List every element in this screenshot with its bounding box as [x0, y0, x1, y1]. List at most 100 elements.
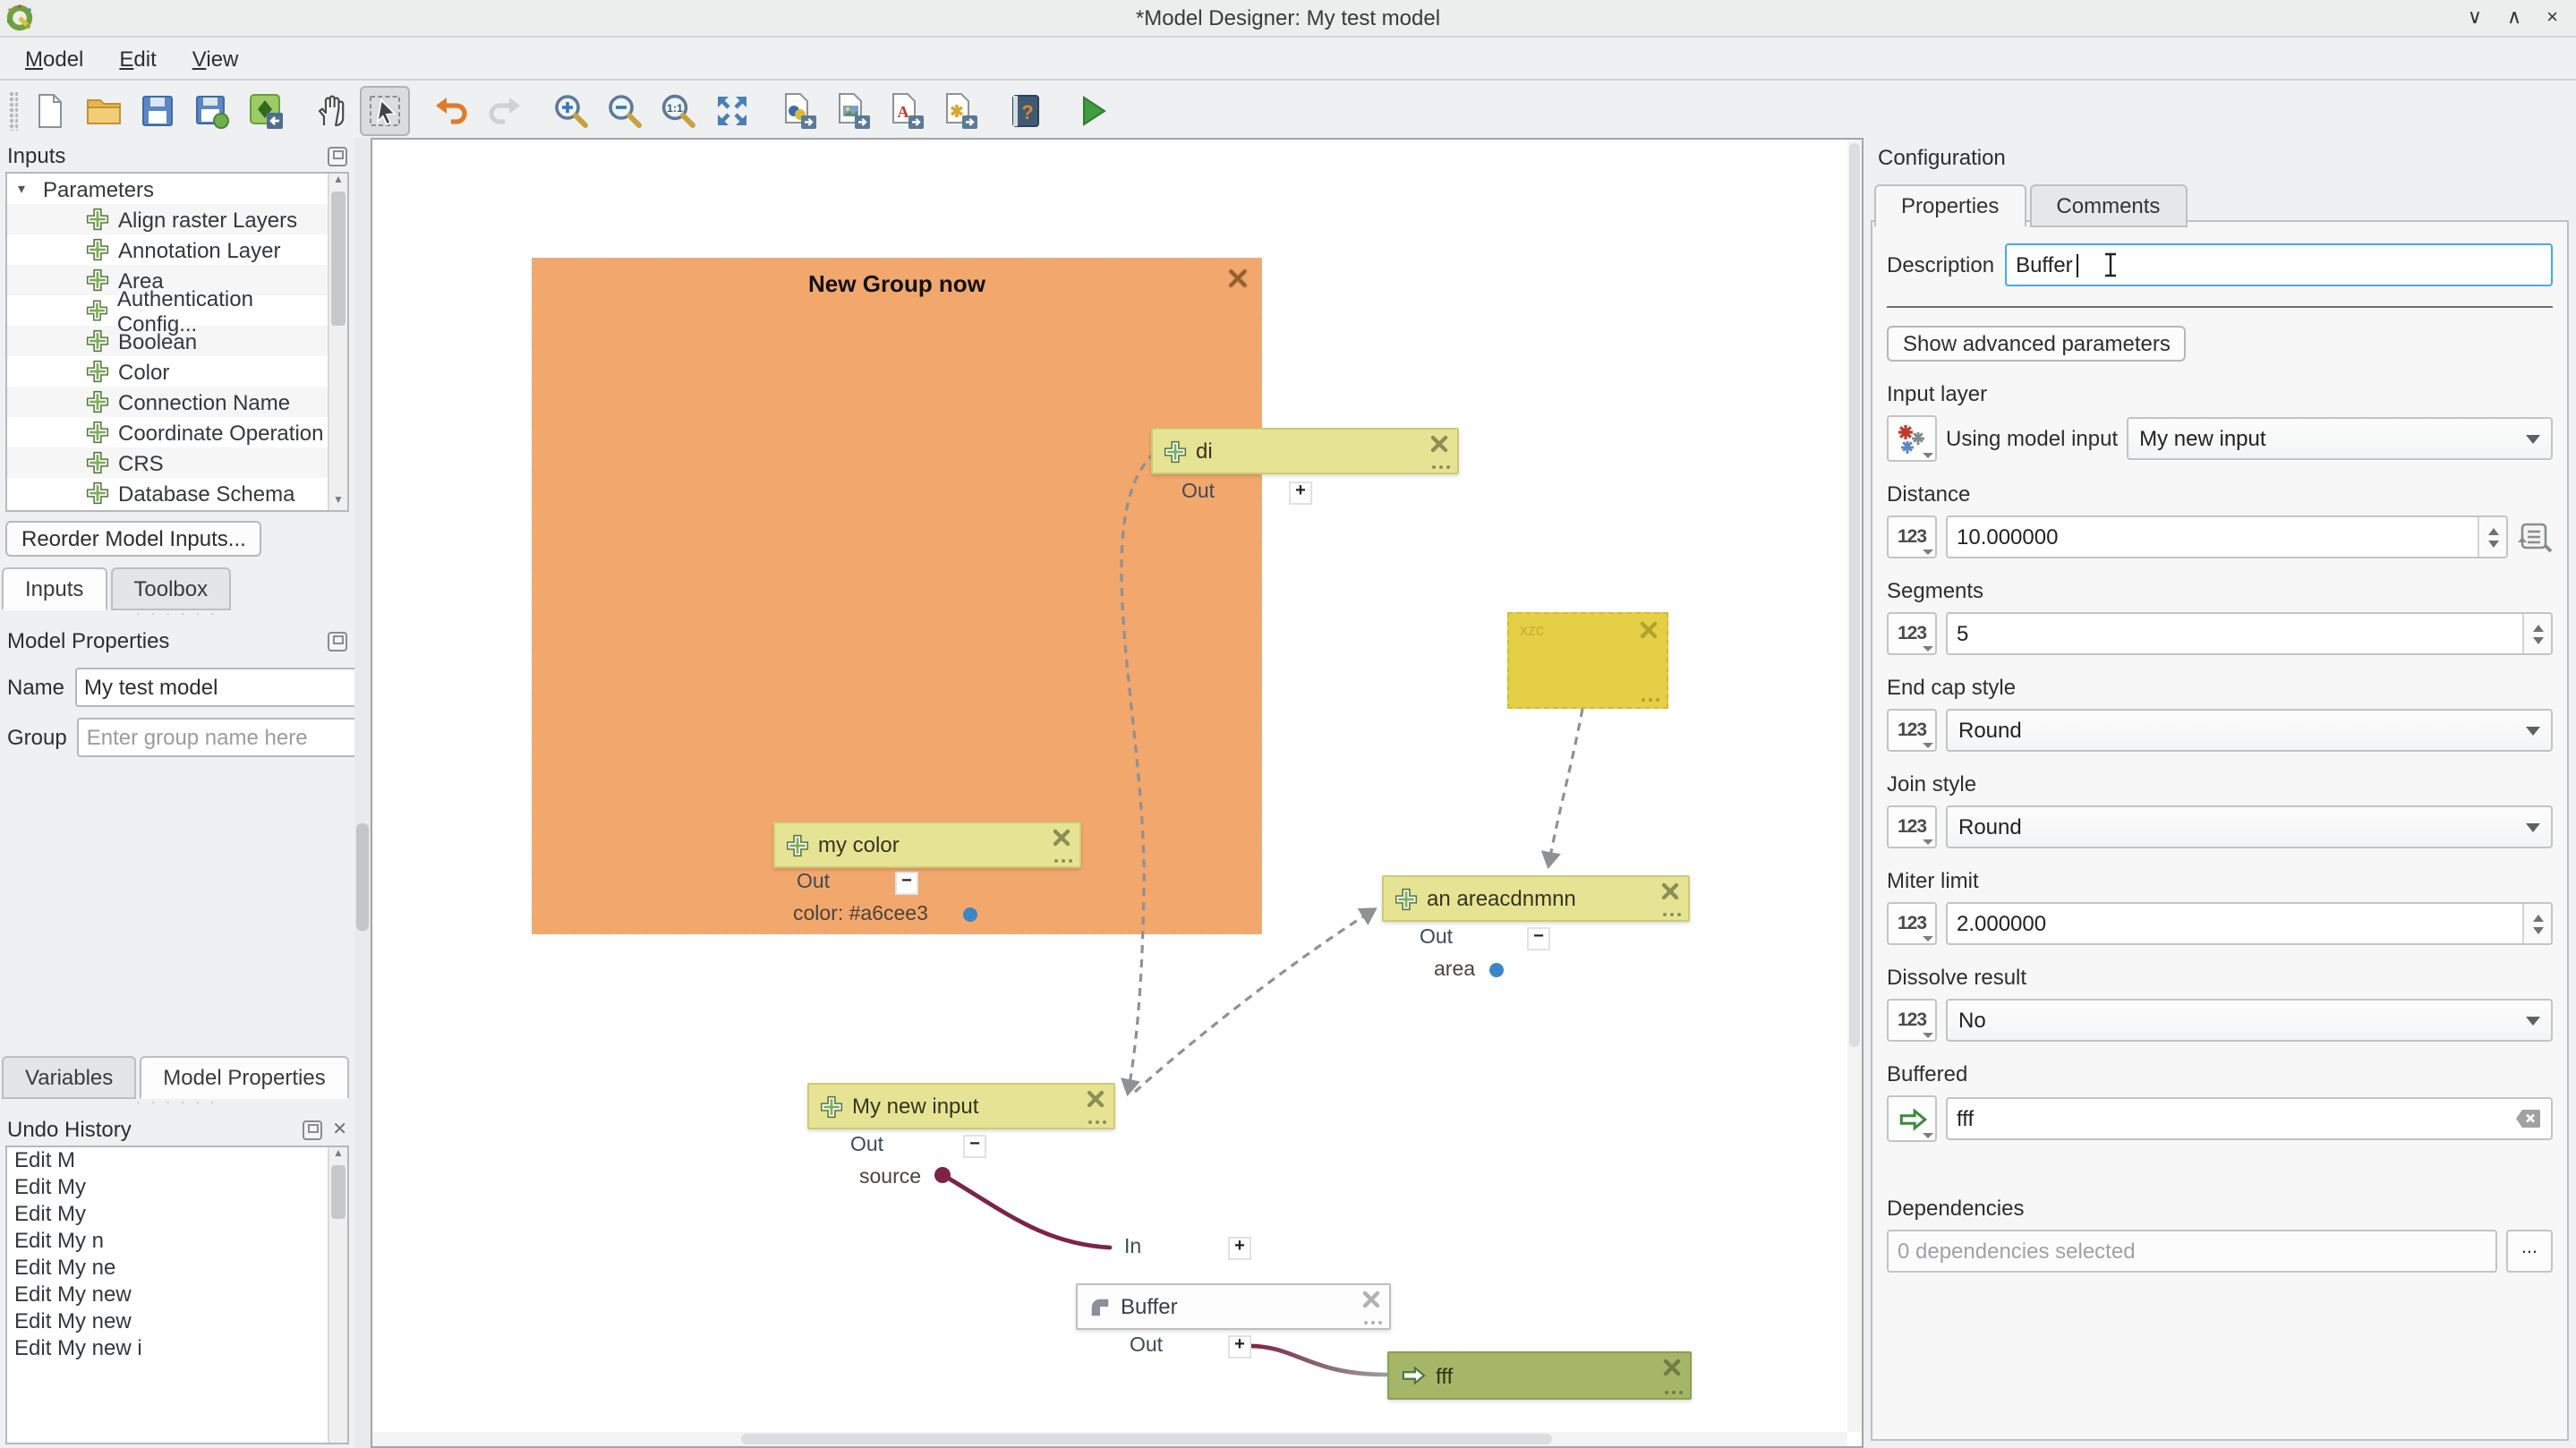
open-model-button[interactable] [79, 85, 129, 135]
scrollbar-thumb[interactable] [741, 1434, 1552, 1444]
zoom-actual-button[interactable]: 1:1 [653, 85, 704, 135]
scroll-down-icon[interactable]: ▼ [329, 494, 347, 510]
remove-group-icon[interactable] [1228, 268, 1248, 288]
description-input[interactable]: Buffer [2005, 243, 2553, 286]
dependencies-input[interactable]: 0 dependencies selected [1887, 1230, 2497, 1273]
remove-node-icon[interactable] [1362, 1290, 1380, 1308]
select-tool-button[interactable] [360, 85, 410, 135]
collapse-outputs-toggle[interactable]: − [895, 872, 918, 895]
input-layer-select[interactable]: My new input [2127, 417, 2553, 460]
save-model-button[interactable] [132, 85, 183, 135]
close-button[interactable]: × [2546, 0, 2558, 36]
model-canvas[interactable]: New Group now di [371, 138, 1864, 1448]
float-panel-icon[interactable] [328, 631, 347, 651]
value-type-button[interactable]: 123 [1887, 902, 1937, 945]
scroll-up-icon[interactable]: ▲ [329, 174, 347, 190]
scroll-up-icon[interactable]: ▲ [329, 1147, 347, 1163]
menu-model[interactable]: Model [11, 42, 98, 74]
ellipsis-icon[interactable] [1053, 858, 1072, 863]
splitter-handle[interactable]: · · · · · · [0, 610, 354, 623]
ellipsis-icon[interactable] [1641, 697, 1659, 702]
tab-properties[interactable]: Properties [1874, 184, 2026, 227]
value-type-button[interactable]: 123 [1887, 805, 1937, 848]
undo-item[interactable]: Edit My new [7, 1282, 329, 1308]
remove-node-icon[interactable] [1663, 1359, 1681, 1376]
help-button[interactable]: ? [1001, 85, 1051, 135]
tree-item-coordinate-operation[interactable]: Coordinate Operation [7, 417, 329, 447]
ellipsis-icon[interactable] [1431, 464, 1450, 469]
value-type-button[interactable]: 123 [1887, 515, 1937, 558]
chevron-down-icon[interactable]: ▾ [18, 181, 36, 197]
node-my-color[interactable]: my color [773, 822, 1081, 868]
redo-button[interactable] [480, 85, 530, 135]
segments-input[interactable] [1946, 612, 2553, 655]
tree-scrollbar[interactable]: ▲ ▼ [328, 174, 347, 510]
node-di[interactable]: di [1151, 428, 1459, 474]
menu-view[interactable]: View [178, 42, 253, 74]
dissolve-result-select[interactable]: No [1946, 999, 2553, 1042]
undo-item[interactable]: Edit My new [7, 1308, 329, 1335]
run-model-button[interactable] [1067, 85, 1117, 135]
spinner-buttons[interactable] [2478, 517, 2506, 557]
join-style-select[interactable]: Round [1946, 805, 2553, 848]
tree-item-align-raster-layers[interactable]: Align raster Layers [7, 204, 329, 234]
maximize-button[interactable]: ∧ [2507, 0, 2521, 36]
reorder-model-inputs-button[interactable]: Reorder Model Inputs... [5, 521, 262, 557]
left-scrollbar[interactable] [354, 138, 371, 1448]
node-buffer[interactable]: Buffer [1076, 1283, 1391, 1330]
remove-node-icon[interactable] [1087, 1090, 1105, 1108]
export-python-button[interactable] [773, 85, 823, 135]
expand-inputs-toggle[interactable]: + [1228, 1237, 1251, 1260]
remove-node-icon[interactable] [1053, 829, 1070, 847]
undo-item[interactable]: Edit My n [7, 1228, 329, 1255]
distance-input[interactable] [1946, 515, 2508, 558]
save-model-as-button[interactable] [186, 85, 236, 135]
tab-variables[interactable]: Variables [2, 1056, 136, 1099]
menu-edit[interactable]: Edit [105, 42, 170, 74]
undo-item[interactable]: Edit My ne [7, 1255, 329, 1282]
undo-button[interactable] [426, 85, 476, 135]
float-panel-icon[interactable] [328, 146, 347, 166]
new-model-button[interactable] [25, 85, 75, 135]
value-type-button[interactable]: 123 [1887, 999, 1937, 1042]
export-pdf-button[interactable]: A [881, 85, 931, 135]
ellipsis-icon[interactable] [1088, 1120, 1106, 1124]
show-advanced-parameters-button[interactable]: Show advanced parameters [1887, 326, 2187, 362]
tree-root-parameters[interactable]: ▾ Parameters [7, 174, 329, 204]
minimize-button[interactable]: ∨ [2468, 0, 2482, 36]
clear-text-icon[interactable] [2515, 1108, 2542, 1129]
output-socket[interactable] [934, 1167, 951, 1183]
node-comment[interactable]: xzc [1507, 612, 1668, 709]
remove-node-icon[interactable] [1640, 621, 1658, 639]
remove-node-icon[interactable] [1661, 882, 1679, 900]
zoom-full-button[interactable] [707, 85, 757, 135]
tree-item-crs[interactable]: CRS [7, 447, 329, 478]
spinner-buttons[interactable] [2522, 614, 2551, 653]
zoom-in-button[interactable] [546, 85, 596, 135]
save-model-in-project-button[interactable] [240, 85, 290, 135]
tree-item-database-schema[interactable]: Database Schema [7, 478, 329, 508]
canvas-vertical-scrollbar[interactable] [1847, 140, 1862, 1432]
tree-item-color[interactable]: Color [7, 356, 329, 387]
value-type-button[interactable]: 123 [1887, 709, 1937, 752]
tab-model-properties[interactable]: Model Properties [140, 1056, 348, 1099]
pan-button[interactable] [306, 85, 356, 135]
canvas-horizontal-scrollbar[interactable] [372, 1432, 1847, 1446]
export-svg-button[interactable] [934, 85, 985, 135]
zoom-out-button[interactable] [600, 85, 650, 135]
output-type-button[interactable] [1887, 1095, 1937, 1142]
dependencies-browse-button[interactable]: ... [2506, 1230, 2553, 1273]
splitter-handle[interactable]: · · · · · · [0, 1099, 354, 1112]
collapse-outputs-toggle[interactable]: − [963, 1135, 986, 1158]
close-panel-icon[interactable]: ✕ [332, 1121, 347, 1137]
float-panel-icon[interactable] [302, 1120, 321, 1139]
expand-outputs-toggle[interactable]: + [1228, 1335, 1251, 1359]
tree-item-authentication-config[interactable]: Authentication Config... [7, 295, 329, 326]
iterate-over-icon[interactable] [2517, 521, 2553, 553]
undo-item[interactable]: Edit My new i [7, 1335, 329, 1362]
node-an-areacdnmnn[interactable]: an areacdnmnn [1382, 875, 1690, 922]
ellipsis-icon[interactable] [1662, 912, 1681, 916]
ellipsis-icon[interactable] [1664, 1390, 1683, 1394]
undo-item[interactable]: Edit M [7, 1147, 329, 1174]
undo-scrollbar[interactable]: ▲ [328, 1147, 347, 1443]
